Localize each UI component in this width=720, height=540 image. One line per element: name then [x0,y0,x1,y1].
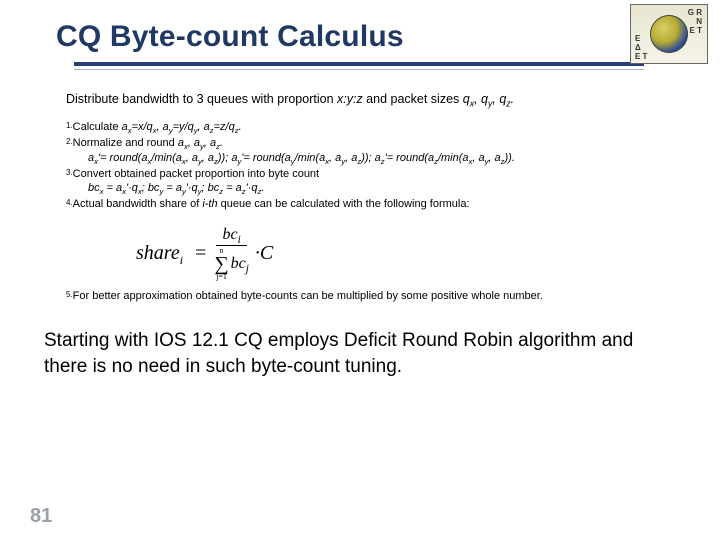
steps-list: 1.Calculate ax=x/qx, ay=y/qy, az=z/qz. 2… [66,120,680,212]
globe-icon [650,15,688,53]
intro-ratio: x:y:z [337,92,363,106]
logo-text-bottom: EΔE T [635,34,647,61]
page-number: 81 [30,505,52,528]
step-2-line2: ax'= round(ax/min(ax, ay, az)); ay'= rou… [77,151,680,166]
intro-qx: q [463,92,470,106]
slide-title: CQ Byte-count Calculus [56,20,680,54]
slide: G RNE T EΔE T CQ Byte-count Calculus Dis… [0,0,720,540]
step-3-line2: bcx = ax'·qx; bcy = ay'·qy; bcz = az'·qz… [77,181,680,196]
intro-qy: q [481,92,488,106]
intro-text: Distribute bandwidth to 3 queues with pr… [66,92,680,106]
step-3: 3.Convert obtained packet proportion int… [66,167,680,197]
intro-mid: and packet sizes [363,92,463,106]
step-4: 4.Actual bandwidth share of i-th queue c… [66,197,680,212]
logo-grnet: G RNE T EΔE T [630,4,708,64]
intro-prefix: Distribute bandwidth to 3 queues with pr… [66,92,337,106]
step-1: 1.Calculate ax=x/qx, ay=y/qy, az=z/qz. [66,120,680,135]
title-divider [74,62,680,70]
sigma-icon: ∑ [214,255,228,273]
step-5: 5.For better approximation obtained byte… [66,289,680,304]
share-formula: sharei = bci n ∑ j=1 bcj ·C [136,226,680,281]
logo-text-top: G RNE T [688,8,702,35]
step-2: 2.Normalize and round ax, ay, az. ax'= r… [66,136,680,166]
callout-text: Starting with IOS 12.1 CQ employs Defici… [44,328,672,379]
